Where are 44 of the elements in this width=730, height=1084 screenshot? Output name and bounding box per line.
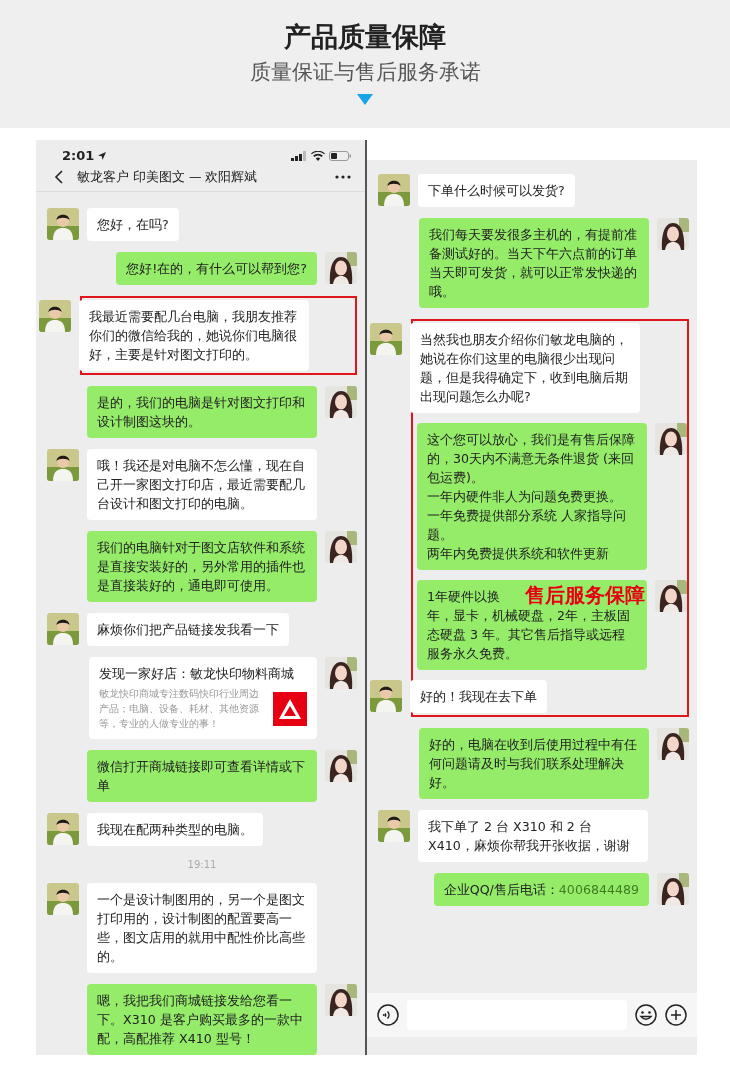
- message-bubble: 我下单了 2 台 X310 和 2 台 X410，麻烦你帮我开张收据，谢谢: [418, 810, 648, 862]
- page-subtitle: 质量保证与售后服务承诺: [249, 59, 481, 86]
- message-text: 一年内硬件非人为问题免费更换。: [427, 488, 622, 506]
- timestamp: 19:11: [187, 859, 217, 870]
- page-title: 产品质量保障: [284, 20, 446, 54]
- message-bubble: 您好!在的，有什么可以帮到您?: [116, 252, 317, 285]
- signal-icon: [291, 150, 307, 161]
- card-title: 发现一家好店：敏龙快印物料商城: [99, 665, 295, 683]
- message-text: 一年免费提供部分系统 人家指导问题。: [427, 507, 627, 544]
- message-bubble: 麻烦你们把产品链接发我看一下: [87, 613, 289, 646]
- message-bubble: 好的！我现在去下单: [410, 680, 547, 713]
- message-bubble: 当然我也朋友介绍你们敏龙电脑的，她说在你们这里的电脑很少出现问题，但是我得确定下，收到电脑后期出现问题怎么办呢?: [410, 323, 640, 413]
- message-bubble: 我们的电脑针对于图文店软件和系统是直接安装好的，另外常用的插件也是直接装好的，通电即可使用。: [87, 531, 317, 602]
- message-bubble: 哦！我还是对电脑不怎么懂，现在自己开一家图文打印店，最近需要配几台设计和图文打印的电脑。: [87, 449, 317, 520]
- message-bubble: 您好，在吗?: [87, 208, 179, 241]
- wifi-icon: [311, 150, 325, 161]
- logo-icon: [273, 691, 307, 726]
- message-bubble: 我们每天要发很多主机的，有提前准备测试好的。当天下午六点前的订单当天即可发货，就可以正常发快递的哦。: [419, 218, 649, 308]
- location-arrow-icon: [98, 151, 107, 160]
- link-card[interactable]: 发现一家好店：敏龙快印物料商城 敏龙快印商城专注数码快印行业周边产品；电脑、设备、耗材、其他资源等，专业的人做专业的事！: [89, 657, 317, 739]
- message-text: 1年硬件以换: [427, 588, 500, 606]
- message-text: 两年内免费提供系统和软件更新: [427, 545, 609, 563]
- more-icon[interactable]: [335, 175, 351, 180]
- message-bubble: 微信打开商城链接即可查看详情或下单: [87, 750, 317, 802]
- card-description: 敏龙快印商城专注数码快印行业周边产品；电脑、设备、耗材、其他资源等，专业的人做专业的事！: [99, 687, 260, 731]
- message-bubble: 好的，电脑在收到后使用过程中有任何问题请及时与我们联系处理解决好。: [419, 728, 649, 799]
- battery-icon: [329, 150, 351, 161]
- message-bubble: 一个是设计制图用的，另一个是图文打印用的，设计制图的配置要高一些，图文店用的就用中配性价比高些的。: [87, 883, 317, 973]
- message-bubble: 嗯，我把我们商城链接发给您看一下。X310 是客户购买最多的一款中配，高配推荐 X410 型号！: [87, 984, 317, 1055]
- voice-icon[interactable]: [377, 1004, 399, 1026]
- annotation-label: 售后服务保障: [525, 583, 645, 607]
- message-text: 这个您可以放心，我们是有售后保障的，30天内不满意无条件退货 (来回包运费)。: [427, 431, 636, 487]
- message-bubble: 下单什么时候可以发货?: [418, 174, 575, 207]
- status-time: 2:01: [62, 148, 95, 164]
- emoji-icon[interactable]: [635, 1004, 657, 1026]
- message-text: 年，显卡，机械硬盘，2年，主板固态硬盘 3 年。其它售后指导或远程服务永久免费。: [427, 607, 631, 663]
- message-bubble: 我现在配两种类型的电脑。: [87, 813, 263, 846]
- down-triangle-icon: [357, 94, 373, 105]
- message-bubble: 我最近需要配几台电脑，我朋友推荐你们的微信给我的，她说你们电脑很好，主要是针对图文打印的。: [79, 300, 309, 371]
- message-text: 企业QQ/售后电话：: [443, 882, 559, 897]
- plus-icon[interactable]: [665, 1004, 687, 1026]
- message-bubble: 是的，我们的电脑是针对图文打印和设计制图这块的。: [87, 386, 317, 438]
- back-icon[interactable]: [54, 170, 63, 185]
- chat-title: 敏龙客户 印美图文 — 欢阳辉斌: [77, 168, 259, 186]
